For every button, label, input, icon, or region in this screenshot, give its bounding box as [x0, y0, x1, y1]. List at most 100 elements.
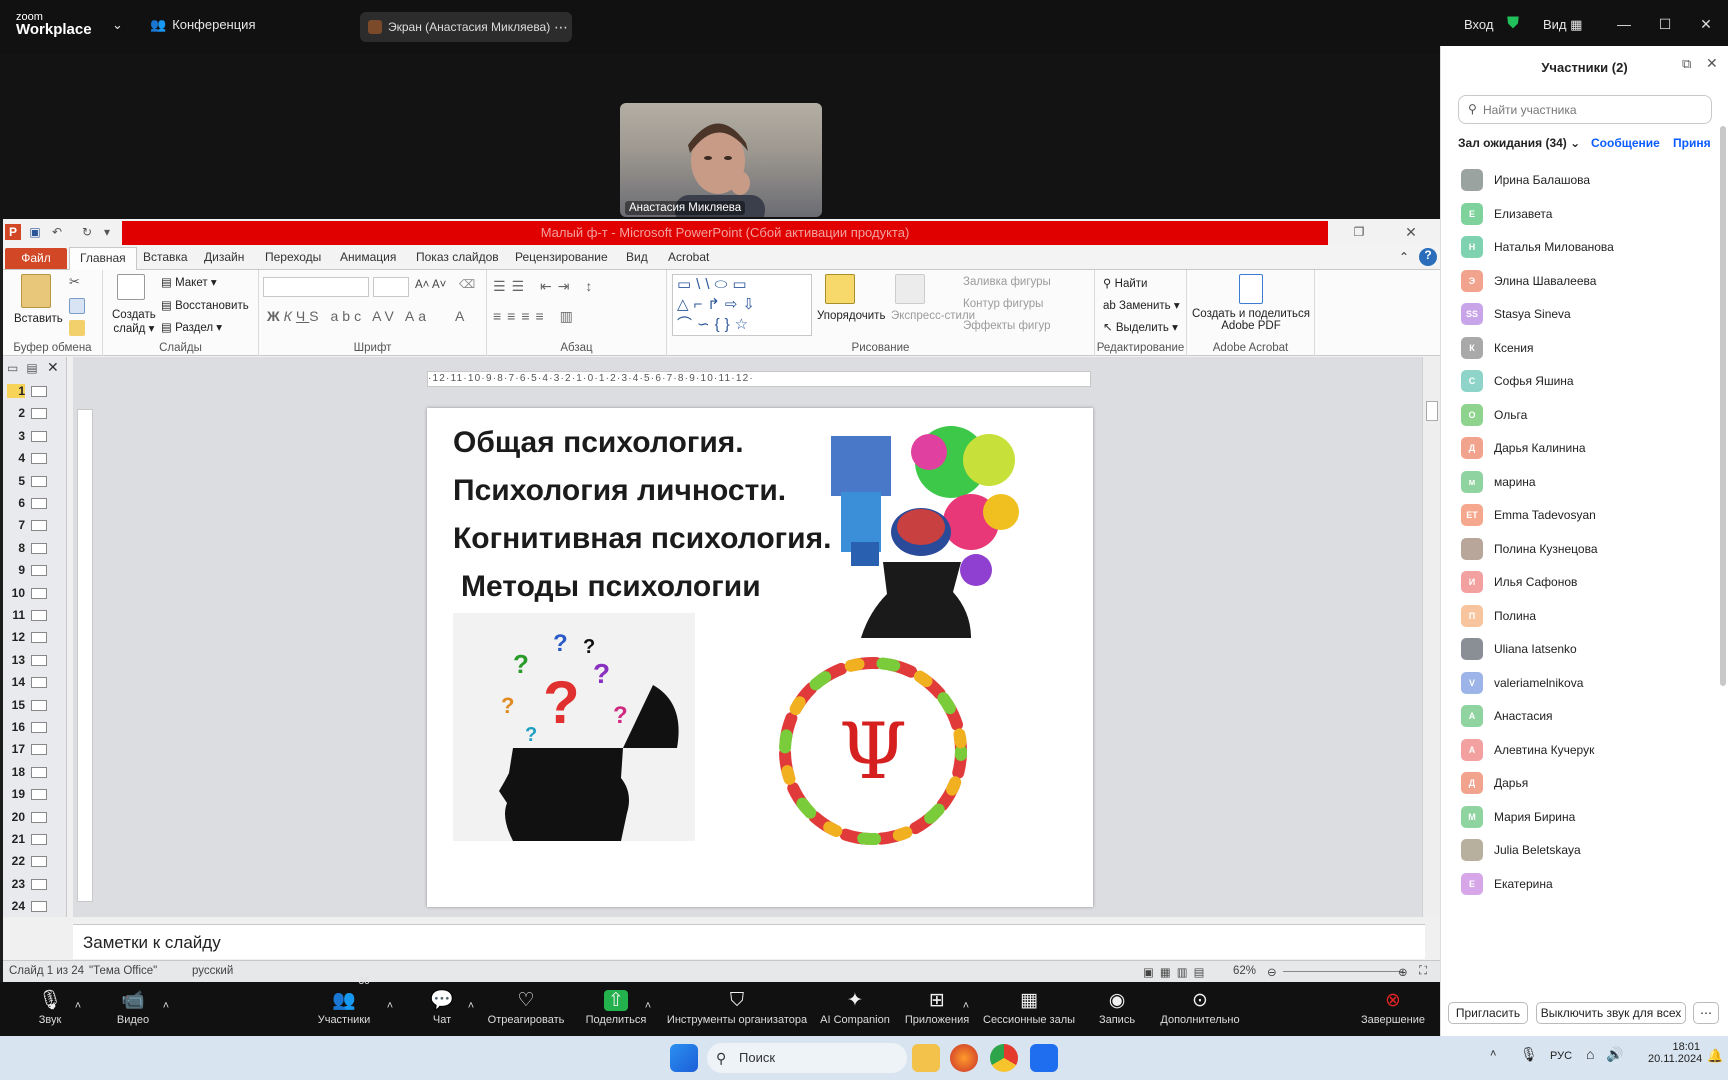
slide-thumbnail[interactable]: 14 [7, 672, 65, 692]
tab-acrobat[interactable]: Acrobat [668, 250, 709, 264]
end-meeting-button[interactable]: ⊗ Завершение [1360, 982, 1426, 1036]
slide-thumbnail[interactable]: 10 [7, 583, 65, 603]
new-slide-icon[interactable] [117, 274, 145, 300]
slide-thumbnail[interactable]: 11 [7, 605, 65, 625]
waiting-participant[interactable]: Е Елизавета [1461, 198, 1721, 228]
clock[interactable]: 18:01 20.11.2024 [1648, 1041, 1702, 1065]
slide-thumbnail[interactable]: 21 [7, 829, 65, 849]
shield-icon[interactable]: ⛊ [1507, 15, 1519, 33]
view-buttons[interactable]: ▣▦▥▤ [1143, 965, 1210, 979]
waiting-participant[interactable]: А Анастасия [1461, 700, 1721, 730]
font-name-select[interactable] [263, 277, 369, 297]
zoom-slider[interactable] [1283, 971, 1403, 972]
video-options-chevron-icon[interactable]: ˄ [158, 982, 174, 1036]
paste-icon[interactable] [21, 274, 51, 308]
message-all-button[interactable]: Сообщение [1591, 136, 1660, 150]
video-button[interactable]: 📹 Видео [105, 982, 161, 1036]
tab-insert[interactable]: Вставка [143, 250, 188, 264]
waiting-participant[interactable]: Д Дарья [1461, 767, 1721, 797]
apps-options-chevron-icon[interactable]: ˄ [958, 982, 974, 1036]
slide-thumbnail[interactable]: 13 [7, 650, 65, 670]
select-button[interactable]: ↖ Выделить ▾ [1103, 320, 1178, 334]
font-color-icon[interactable]: A [455, 308, 464, 324]
share-options-chevron-icon[interactable]: ˄ [640, 982, 656, 1036]
slide-thumbnail[interactable]: 9 [7, 560, 65, 580]
meeting-info[interactable]: 👥 Конференция [150, 17, 255, 33]
fit-slide-icon[interactable]: ⛶ [1419, 965, 1427, 978]
slide-thumbnail[interactable]: 8 [7, 538, 65, 558]
slide-thumbnail[interactable]: 5 [7, 471, 65, 491]
audio-options-chevron-icon[interactable]: ˄ [70, 982, 86, 1036]
share-pdf-icon[interactable] [1239, 274, 1263, 304]
waiting-participant[interactable]: М Мария Бирина [1461, 801, 1721, 831]
slide-canvas[interactable]: Общая психология. Психология личности. К… [427, 408, 1093, 907]
panel-close-icon[interactable]: ✕ [1706, 55, 1718, 72]
tab-home[interactable]: Главная [69, 247, 137, 271]
slide-thumbnail[interactable]: 19 [7, 784, 65, 804]
signin-button[interactable]: Вход [1464, 17, 1493, 32]
slide-thumbnail[interactable]: 1 [7, 381, 65, 401]
shape-effects-button[interactable]: Эффекты фигур [963, 320, 1051, 332]
notifications-icon[interactable]: 🔔 [1707, 1048, 1723, 1064]
tab-transitions[interactable]: Переходы [265, 250, 321, 264]
tab-review[interactable]: Рецензирование [515, 250, 608, 264]
more-options-icon[interactable]: ⋯ [554, 12, 568, 42]
paste-button[interactable]: Вставить [14, 313, 63, 325]
save-icon[interactable]: ▣ [27, 224, 43, 240]
create-share-pdf-button[interactable]: Создать и поделиться Adobe PDF [1191, 308, 1311, 332]
taskbar-search[interactable]: Поиск [707, 1043, 907, 1073]
panel-scrollbar[interactable] [1720, 126, 1726, 686]
tab-animation[interactable]: Анимация [340, 250, 396, 264]
chat-button[interactable]: 💬 Чат [425, 982, 459, 1036]
section-button[interactable]: ▤ Раздел ▾ [161, 320, 222, 334]
waiting-participant[interactable]: Vvaleriamelnikova [1461, 667, 1721, 697]
layout-button[interactable]: ▤ Макет ▾ [161, 275, 217, 289]
help-icon[interactable]: ? [1419, 248, 1437, 266]
waiting-participant[interactable]: Ирина Балашова [1461, 164, 1721, 194]
waiting-participant[interactable]: И Илья Сафонов [1461, 566, 1721, 596]
host-tools-button[interactable]: ⛉ Инструменты организатора [665, 982, 809, 1036]
font-size-select[interactable] [373, 277, 409, 297]
arrange-icon[interactable] [825, 274, 855, 304]
quick-styles-icon[interactable] [895, 274, 925, 304]
restore-window-icon[interactable]: ❐ [1351, 224, 1367, 240]
qat-dropdown-icon[interactable]: ▾ [99, 224, 115, 240]
zoom-app-icon[interactable] [1030, 1044, 1058, 1072]
close-icon[interactable]: ✕ [1694, 12, 1718, 36]
copy-icon[interactable] [69, 298, 85, 314]
waiting-participant[interactable]: О Ольга [1461, 399, 1721, 429]
share-button[interactable]: ⇧ Поделиться [585, 982, 647, 1036]
tray-microphone-icon[interactable]: 🎙 [1520, 1046, 1538, 1063]
slide-thumbnail[interactable]: 23 [7, 874, 65, 894]
waiting-participant[interactable]: С Софья Яшина [1461, 365, 1721, 395]
maximize-icon[interactable]: ☐ [1653, 12, 1677, 36]
breakout-rooms-button[interactable]: ▦ Сессионные залы [983, 982, 1075, 1036]
input-language[interactable]: РУС [1550, 1050, 1572, 1062]
admit-all-button[interactable]: Приня [1673, 136, 1711, 150]
slide-thumbnail[interactable]: 18 [7, 762, 65, 782]
tab-slideshow[interactable]: Показ слайдов [416, 250, 499, 264]
cut-icon[interactable]: ✂ [69, 274, 85, 290]
slide-thumbnail[interactable]: 17 [7, 739, 65, 759]
slide-thumbnail[interactable]: 4 [7, 448, 65, 468]
zoom-out-icon[interactable]: ⊖ [1267, 965, 1277, 979]
waiting-participant[interactable]: Д Дарья Калинина [1461, 432, 1721, 462]
list-buttons[interactable]: ☰☰ ⇤⇥ ↕ [493, 278, 598, 295]
panel-close-icon[interactable]: ✕ [47, 359, 59, 376]
slide-thumbnail[interactable]: 3 [7, 426, 65, 446]
video-tile[interactable]: Анастасия Микляева [620, 103, 822, 217]
waiting-participant[interactable]: К Ксения [1461, 332, 1721, 362]
waiting-participant[interactable]: ET Emma Tadevosyan [1461, 499, 1721, 529]
popout-icon[interactable]: ⧉ [1682, 56, 1691, 72]
shapes-gallery[interactable]: ▭\\⬭▭ △⌐↱⇨⇩ ⌒∽{}☆ [672, 274, 812, 336]
waiting-participant[interactable]: П Полина [1461, 600, 1721, 630]
record-button[interactable]: ◉ Запись [1097, 982, 1137, 1036]
logo-menu-chevron-icon[interactable]: ⌄ [112, 17, 123, 33]
zoom-in-icon[interactable]: ⊕ [1398, 965, 1408, 979]
slide-thumbnail[interactable]: 7 [7, 515, 65, 535]
format-painter-icon[interactable] [69, 320, 85, 336]
slide-thumbnail[interactable]: 20 [7, 807, 65, 827]
minimize-icon[interactable]: — [1612, 12, 1636, 36]
waiting-participant[interactable]: Н Наталья Милованова [1461, 231, 1721, 261]
waiting-participant[interactable]: Julia Beletskaya [1461, 834, 1721, 864]
